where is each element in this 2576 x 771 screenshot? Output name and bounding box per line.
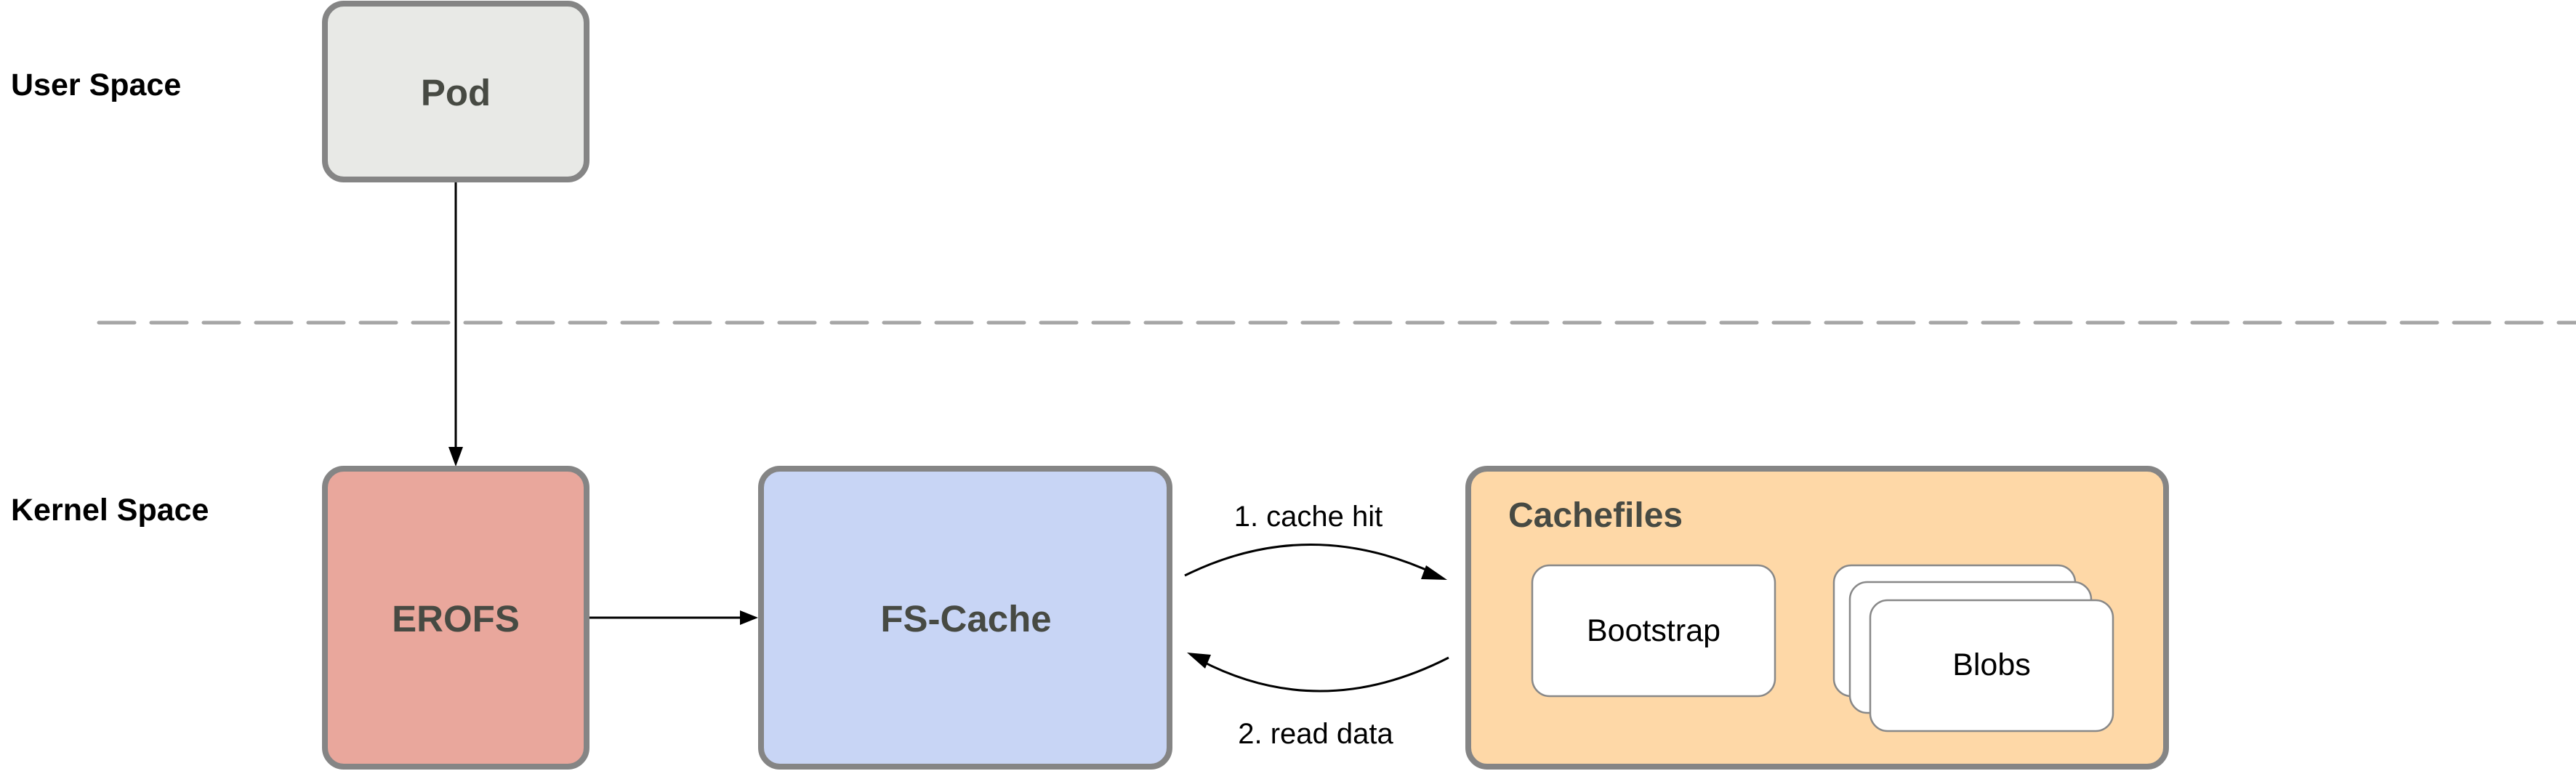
cache-hit-label: 1. cache hit <box>1234 501 1383 533</box>
edge-cache-hit: 1. cache hit <box>1184 501 1447 580</box>
edge-curve <box>1197 656 1449 693</box>
pod-label: Pod <box>421 72 491 113</box>
bootstrap-label: Bootstrap <box>1587 613 1720 648</box>
edge-pod-to-erofs <box>448 182 463 467</box>
arrowhead-icon <box>740 610 758 625</box>
edge-erofs-to-fscache <box>589 610 758 625</box>
erofs-label: EROFS <box>392 598 520 639</box>
fscache-node[interactable]: FS-Cache <box>758 466 1172 770</box>
erofs-node[interactable]: EROFS <box>322 466 589 770</box>
kernel-space-label: Kernel Space <box>11 493 209 528</box>
user-space-label: User Space <box>11 68 181 102</box>
cachefiles-node[interactable]: Cachefiles Bootstrap Blobs <box>1465 466 2169 770</box>
read-data-label: 2. read data <box>1238 718 1393 750</box>
blobs-file-stack[interactable]: Blobs <box>1832 564 2114 732</box>
arrowhead-icon <box>1187 653 1211 669</box>
arrowhead-icon <box>1421 565 1447 580</box>
bootstrap-file[interactable]: Bootstrap <box>1531 564 1776 698</box>
cachefiles-label: Cachefiles <box>1508 496 1683 535</box>
blobs-label: Blobs <box>1952 647 2031 682</box>
diagram-canvas: User Space Kernel Space Pod EROFS FS-Cac… <box>11 1 2576 770</box>
fscache-label: FS-Cache <box>880 598 1051 639</box>
edge-read-data: 2. read data <box>1187 653 1449 750</box>
pod-node[interactable]: Pod <box>322 1 589 182</box>
edge-curve <box>1184 544 1436 577</box>
arrowhead-icon <box>448 447 463 467</box>
